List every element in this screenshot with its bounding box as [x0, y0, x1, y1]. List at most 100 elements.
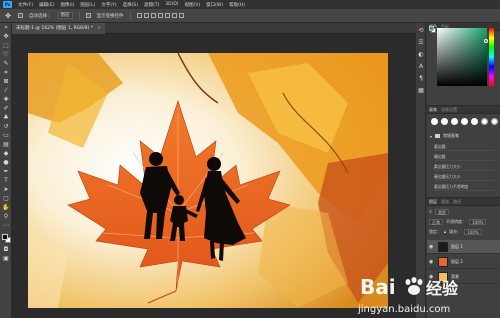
menu-help[interactable]: 帮助(H)	[229, 2, 245, 8]
menu-type[interactable]: 文字(Y)	[101, 2, 116, 8]
type-tool-icon[interactable]: T	[0, 176, 12, 185]
eye-icon[interactable]: ◉	[429, 244, 435, 250]
brush-preset[interactable]	[481, 118, 488, 125]
menu-3d[interactable]: 3D(D)	[165, 2, 178, 7]
options-divider	[129, 11, 131, 20]
brush-tool-icon[interactable]: ✐	[0, 104, 12, 113]
gradient-tool-icon[interactable]: ▤	[0, 140, 12, 149]
eyedropper-tool-icon[interactable]: ⁄	[0, 86, 12, 95]
align-center-icon[interactable]	[164, 13, 170, 18]
lasso-tool-icon[interactable]: ➰	[0, 50, 12, 59]
character-panel-icon[interactable]: A	[416, 61, 426, 71]
brush-preset[interactable]	[461, 118, 468, 125]
libraries-panel-icon[interactable]: ▦	[416, 85, 426, 95]
show-transform-checkbox[interactable]	[85, 13, 91, 18]
hue-slider[interactable]	[489, 28, 494, 86]
move-icon[interactable]: ✥	[4, 12, 12, 20]
brush-preset[interactable]	[471, 118, 478, 125]
frame-tool-icon[interactable]: ⊠	[0, 77, 12, 86]
auto-select-dropdown[interactable]: 图层	[57, 12, 73, 19]
layer-kind-filter[interactable]: 类型	[434, 208, 449, 215]
tab-paths[interactable]: 路径	[453, 199, 461, 205]
menu-layer[interactable]: 图层(L)	[80, 2, 95, 8]
align-top-icon[interactable]	[136, 13, 142, 18]
menu-window[interactable]: 窗口(W)	[206, 2, 223, 8]
adjustments-panel-icon[interactable]: ◐	[416, 49, 426, 59]
move-tool-icon[interactable]: ✥	[0, 32, 12, 41]
quick-select-tool-icon[interactable]: ✎	[0, 59, 12, 68]
menu-file[interactable]: 文件(F)	[18, 2, 33, 8]
document-tab[interactable]: 未标题-1 @ 162% (图层 1, RGB/8) * ×	[12, 23, 105, 34]
brush-preset[interactable]	[441, 118, 448, 125]
close-icon[interactable]: ×	[97, 23, 101, 34]
brush-item[interactable]: 柔边圆	[434, 142, 494, 151]
brush-preset[interactable]	[491, 118, 498, 125]
eye-icon[interactable]: ◉	[429, 274, 435, 280]
hand-tool-icon[interactable]: ✋	[0, 203, 12, 212]
clone-stamp-tool-icon[interactable]: ♣	[0, 113, 12, 122]
align-middle-icon[interactable]	[143, 13, 149, 18]
tab-brush-settings[interactable]: 画笔设置	[441, 107, 457, 113]
blend-mode-dropdown[interactable]: 正常	[429, 218, 443, 225]
paragraph-panel-icon[interactable]: ¶	[416, 73, 426, 83]
photoshop-window: Ps 文件(F) 编辑(E) 图像(I) 图层(L) 文字(Y) 选择(S) 滤…	[0, 0, 500, 318]
properties-panel-icon[interactable]: ☰	[416, 37, 426, 47]
document-area: 未标题-1 @ 162% (图层 1, RGB/8) * ×	[12, 23, 416, 318]
brush-item[interactable]: 柔边圆压力不透明度	[434, 182, 494, 191]
auto-select-checkbox[interactable]	[18, 13, 23, 18]
collapse-arrows-icon[interactable]: »	[0, 23, 12, 32]
healing-brush-tool-icon[interactable]: ✚	[0, 95, 12, 104]
distribute-icon[interactable]	[178, 13, 184, 18]
document-tab-title: 未标题-1 @ 162% (图层 1, RGB/8) *	[16, 26, 94, 31]
brush-item[interactable]: 硬边圆压力大小	[434, 172, 494, 181]
brush-preset[interactable]	[451, 118, 458, 125]
layer-thumbnail	[438, 256, 448, 267]
layer-row[interactable]: ◉ 图层 2	[427, 255, 500, 269]
blur-tool-icon[interactable]: ◆	[0, 149, 12, 158]
marquee-tool-icon[interactable]: ⬚	[0, 41, 12, 50]
panel-foreground-swatch[interactable]	[429, 26, 434, 31]
path-select-tool-icon[interactable]: ➤	[0, 185, 12, 194]
align-right-icon[interactable]	[171, 13, 177, 18]
color-picker-cursor[interactable]	[484, 39, 488, 43]
more-tools-icon[interactable]: ⋯	[0, 221, 12, 230]
layer-row[interactable]: ◉ 图层 1	[427, 240, 500, 254]
history-panel-icon[interactable]: ⟲	[416, 25, 426, 35]
opacity-label: 不透明度：	[446, 218, 466, 224]
menu-select[interactable]: 选择(S)	[123, 2, 138, 8]
dodge-tool-icon[interactable]: ●	[0, 158, 12, 167]
brush-item[interactable]: 柔边圆压力大小	[434, 162, 494, 171]
layer-row[interactable]: ◉ 背景	[427, 270, 500, 284]
color-field[interactable]	[437, 28, 488, 86]
lock-icon[interactable]: 🔒︎	[444, 229, 446, 234]
tab-layers[interactable]: 图层	[429, 199, 437, 205]
tab-brushes[interactable]: 画笔	[429, 107, 437, 113]
eraser-tool-icon[interactable]: ▭	[0, 131, 12, 140]
align-bottom-icon[interactable]	[150, 13, 156, 18]
quick-mask-icon[interactable]: ◘	[0, 245, 12, 254]
menu-edit[interactable]: 编辑(E)	[39, 2, 54, 8]
screen-mode-icon[interactable]: ▣	[0, 254, 12, 263]
align-left-icon[interactable]	[157, 13, 163, 18]
color-swatches[interactable]	[0, 233, 12, 245]
pen-tool-icon[interactable]: ✒	[0, 167, 12, 176]
menu-filter[interactable]: 滤镜(T)	[144, 2, 159, 8]
crop-tool-icon[interactable]: ⌗	[0, 68, 12, 77]
tab-channels[interactable]: 通道	[441, 199, 449, 205]
menu-image[interactable]: 图像(I)	[60, 2, 74, 8]
foreground-color-swatch[interactable]	[2, 234, 8, 240]
fill-field[interactable]: 100%	[464, 228, 482, 235]
history-brush-tool-icon[interactable]: ↺	[0, 122, 12, 131]
eye-icon[interactable]: ◉	[429, 259, 435, 265]
zoom-tool-icon[interactable]: ⚲	[0, 212, 12, 221]
rectangle-tool-icon[interactable]: ▢	[0, 194, 12, 203]
brush-group-general[interactable]: ▾ 常规画笔	[430, 133, 459, 139]
brush-item[interactable]: 硬边圆	[434, 152, 494, 161]
chevron-down-icon[interactable]: ▾	[430, 134, 432, 139]
canvas-image[interactable]	[28, 53, 388, 308]
opacity-field[interactable]: 100%	[469, 218, 487, 225]
brush-preset[interactable]	[431, 118, 438, 125]
menu-view[interactable]: 视图(V)	[185, 2, 201, 8]
menu-bar: Ps 文件(F) 编辑(E) 图像(I) 图层(L) 文字(Y) 选择(S) 滤…	[0, 0, 500, 9]
layer-name: 图层 2	[451, 258, 463, 264]
